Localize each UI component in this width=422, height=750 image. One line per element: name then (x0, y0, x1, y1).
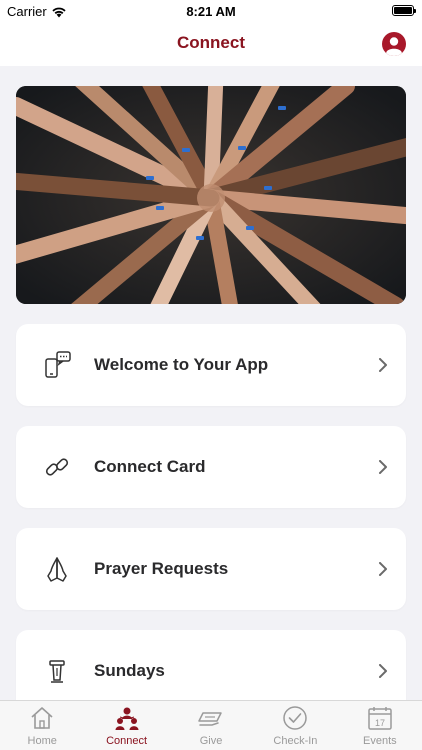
people-icon (115, 707, 139, 730)
phone-chat-icon (45, 351, 71, 378)
page-title: Connect (177, 33, 245, 52)
tab-label: Check-In (273, 735, 318, 747)
home-icon (31, 707, 53, 729)
card-prayer-requests[interactable]: Prayer Requests (16, 528, 406, 610)
podium-icon (49, 660, 65, 683)
status-bar: Carrier 8:21 AM (0, 0, 422, 22)
chevron-right-icon (379, 460, 387, 474)
nav-bar: Connect (0, 22, 422, 66)
calendar-day: 17 (375, 718, 385, 728)
check-circle-icon (283, 706, 308, 730)
chevron-right-icon (379, 562, 387, 576)
hero-photo (16, 86, 406, 304)
tab-connect[interactable]: Connect (84, 701, 168, 750)
card-sundays[interactable]: Sundays (16, 630, 406, 700)
tab-events[interactable]: 17 Events (338, 701, 422, 750)
tab-label: Give (199, 735, 223, 747)
chevron-right-icon (379, 358, 387, 372)
hero-image (16, 86, 406, 304)
tab-label: Events (363, 735, 397, 747)
battery-icon (392, 5, 416, 16)
card-label: Welcome to Your App (94, 355, 269, 374)
profile-button[interactable] (382, 32, 406, 56)
praying-hands-icon (47, 557, 67, 582)
tab-give[interactable]: Give (169, 701, 253, 750)
card-connect-card[interactable]: Connect Card (16, 426, 406, 508)
card-welcome[interactable]: Welcome to Your App (16, 324, 406, 406)
main-content: Welcome to Your App Connect Card Prayer … (0, 66, 422, 700)
card-label: Connect Card (94, 457, 206, 476)
person-circle-icon (386, 37, 402, 56)
tab-check-in[interactable]: Check-In (253, 701, 337, 750)
tab-label: Home (27, 735, 57, 747)
chevron-right-icon (379, 664, 387, 678)
tab-bar: Home Connect Give Check-In 17 Events (0, 700, 422, 750)
card-label: Prayer Requests (94, 559, 229, 578)
tab-home[interactable]: Home (0, 701, 84, 750)
give-icon (198, 712, 222, 726)
tab-label: Connect (106, 735, 148, 747)
calendar-icon: 17 (368, 707, 392, 730)
status-time: 8:21 AM (186, 4, 236, 19)
card-label: Sundays (94, 661, 165, 680)
link-icon (45, 458, 69, 476)
